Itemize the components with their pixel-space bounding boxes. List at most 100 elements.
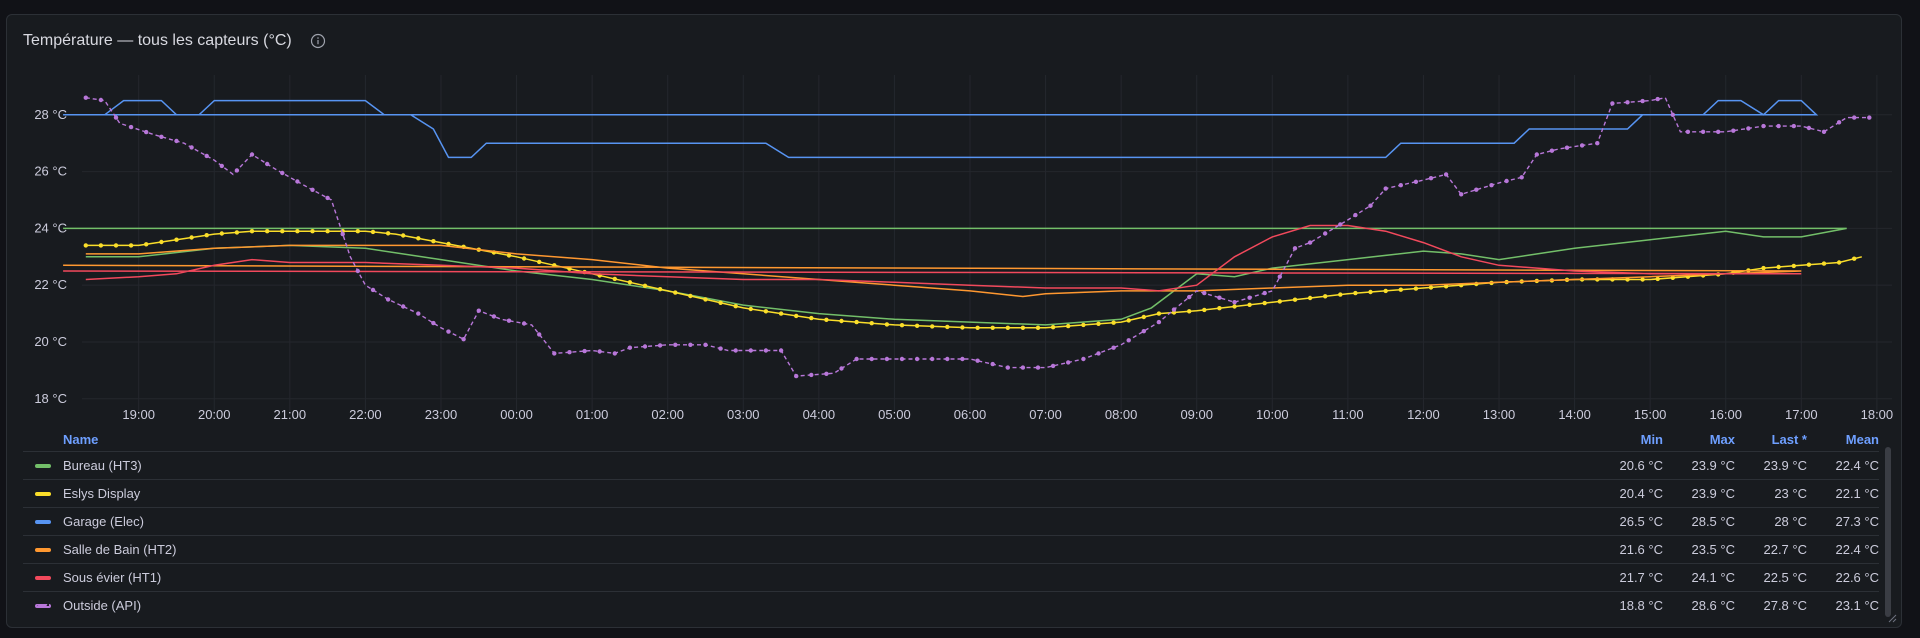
data-point <box>401 304 406 309</box>
data-point <box>763 309 769 314</box>
x-tick-label: 02:00 <box>651 407 684 422</box>
x-tick-label: 01:00 <box>576 407 609 422</box>
data-point <box>1413 179 1419 184</box>
data-point <box>1141 329 1147 334</box>
data-point <box>1746 126 1751 131</box>
legend-header-last[interactable]: Last * <box>1735 432 1807 447</box>
legend-cell-last: 22.7 °C <box>1763 542 1807 557</box>
data-point <box>265 229 270 234</box>
legend-rows: Bureau (HT3) 20.6 °C 23.9 °C 23.9 °C 22.4 °C… <box>23 451 1879 619</box>
data-point <box>1716 129 1721 134</box>
data-point <box>1821 261 1827 266</box>
legend-row[interactable]: Salle de Bain (HT2) 21.6 °C 23.5 °C 22.7 °C… <box>23 535 1879 563</box>
data-point <box>355 268 360 274</box>
data-point <box>1836 120 1842 125</box>
legend-header-max[interactable]: Max <box>1663 432 1735 447</box>
legend-row[interactable]: Bureau (HT3) 20.6 °C 23.9 °C 23.9 °C 22.4 °C <box>23 451 1879 479</box>
data-point <box>189 145 194 150</box>
y-tick-label: 22 °C <box>34 277 67 292</box>
y-tick-label: 26 °C <box>34 164 67 179</box>
data-point <box>1821 129 1827 134</box>
data-point <box>370 287 376 293</box>
data-point <box>612 276 617 282</box>
data-point <box>1081 356 1086 362</box>
legend-cell-mean: 23.1 °C <box>1835 598 1879 613</box>
data-point <box>567 350 572 355</box>
x-tick-label: 17:00 <box>1785 407 1818 422</box>
data-point <box>657 287 663 292</box>
data-point <box>1202 290 1207 296</box>
data-point <box>1610 101 1615 106</box>
data-point <box>794 313 799 319</box>
data-point <box>98 243 104 248</box>
data-point <box>431 320 436 326</box>
data-point <box>899 356 905 362</box>
data-point <box>1156 311 1162 316</box>
x-tick-label: 08:00 <box>1105 407 1138 422</box>
data-point <box>159 239 164 245</box>
series-color-swatch <box>35 603 51 608</box>
data-point <box>204 153 209 159</box>
data-point <box>1247 295 1252 300</box>
x-tick-label: 09:00 <box>1180 407 1213 422</box>
data-point <box>824 371 829 376</box>
legend-row[interactable]: Eslys Display 20.4 °C 23.9 °C 23 °C 22.1 °C <box>23 479 1879 507</box>
data-point <box>521 321 527 326</box>
data-point <box>476 308 481 313</box>
legend-cell-last: 23 °C <box>1774 486 1807 501</box>
x-tick-label: 13:00 <box>1483 407 1516 422</box>
data-point <box>1323 231 1328 236</box>
data-point <box>1096 351 1101 356</box>
data-point <box>1579 143 1585 148</box>
data-point <box>416 311 421 316</box>
data-point <box>355 229 360 234</box>
data-point <box>1005 325 1010 330</box>
resize-handle-icon[interactable] <box>1887 613 1897 623</box>
data-point <box>1383 186 1388 191</box>
legend-scrollbar[interactable] <box>1885 447 1891 617</box>
data-point <box>1459 192 1464 197</box>
y-tick-label: 28 °C <box>34 107 67 122</box>
data-point <box>1791 263 1797 269</box>
x-tick-label: 21:00 <box>274 407 307 422</box>
data-point <box>1428 285 1434 290</box>
data-point <box>960 325 965 330</box>
data-point <box>1700 129 1706 134</box>
data-point <box>975 325 980 330</box>
series-bureau-ht3- <box>63 227 1847 326</box>
x-tick-label: 05:00 <box>878 407 911 422</box>
legend-cell-min: 20.4 °C <box>1619 486 1663 501</box>
data-point <box>265 161 270 167</box>
data-point <box>960 356 965 362</box>
data-point <box>1277 299 1283 304</box>
x-axis-labels: 19:00 20:00 21:00 22:00 23:00 00:00 01:00 02:00… <box>122 407 1893 422</box>
data-point <box>325 195 330 201</box>
legend-row[interactable]: Outside (API) 18.8 °C 28.6 °C 27.8 °C 23.1 °… <box>23 591 1879 619</box>
data-point <box>113 243 119 248</box>
data-point <box>1307 240 1313 245</box>
legend-header-name[interactable]: Name <box>63 432 1591 447</box>
legend-row[interactable]: Sous évier (HT1) 21.7 °C 24.1 °C 22.5 °C 22.… <box>23 563 1879 591</box>
data-point <box>128 124 134 130</box>
legend-cell-mean: 22.1 °C <box>1835 486 1879 501</box>
data-point <box>128 243 134 248</box>
data-point <box>1398 287 1404 292</box>
legend-cell-max: 28.6 °C <box>1691 598 1735 613</box>
time-series-chart: 18 °C 20 °C 22 °C 24 °C 26 °C 28 °C 19:00 20:0… <box>34 75 1893 422</box>
data-point <box>914 356 920 362</box>
data-point <box>552 351 557 356</box>
legend-header-min[interactable]: Min <box>1591 432 1663 447</box>
legend-header-mean[interactable]: Mean <box>1807 432 1879 447</box>
legend-cell-min: 21.6 °C <box>1619 542 1663 557</box>
legend-cell-last: 27.8 °C <box>1763 598 1807 613</box>
data-point <box>1640 277 1645 282</box>
data-point <box>718 300 723 305</box>
data-point <box>839 318 844 324</box>
legend-row[interactable]: Garage (Elec) 26.5 °C 28.5 °C 28 °C 27.3 °C <box>23 507 1879 535</box>
data-point <box>642 283 648 288</box>
data-point <box>1035 325 1041 330</box>
data-point <box>1836 260 1842 265</box>
data-point <box>1504 178 1509 184</box>
legend-cell-name: Eslys Display <box>63 486 141 501</box>
legend-cell-mean: 22.4 °C <box>1835 458 1879 473</box>
